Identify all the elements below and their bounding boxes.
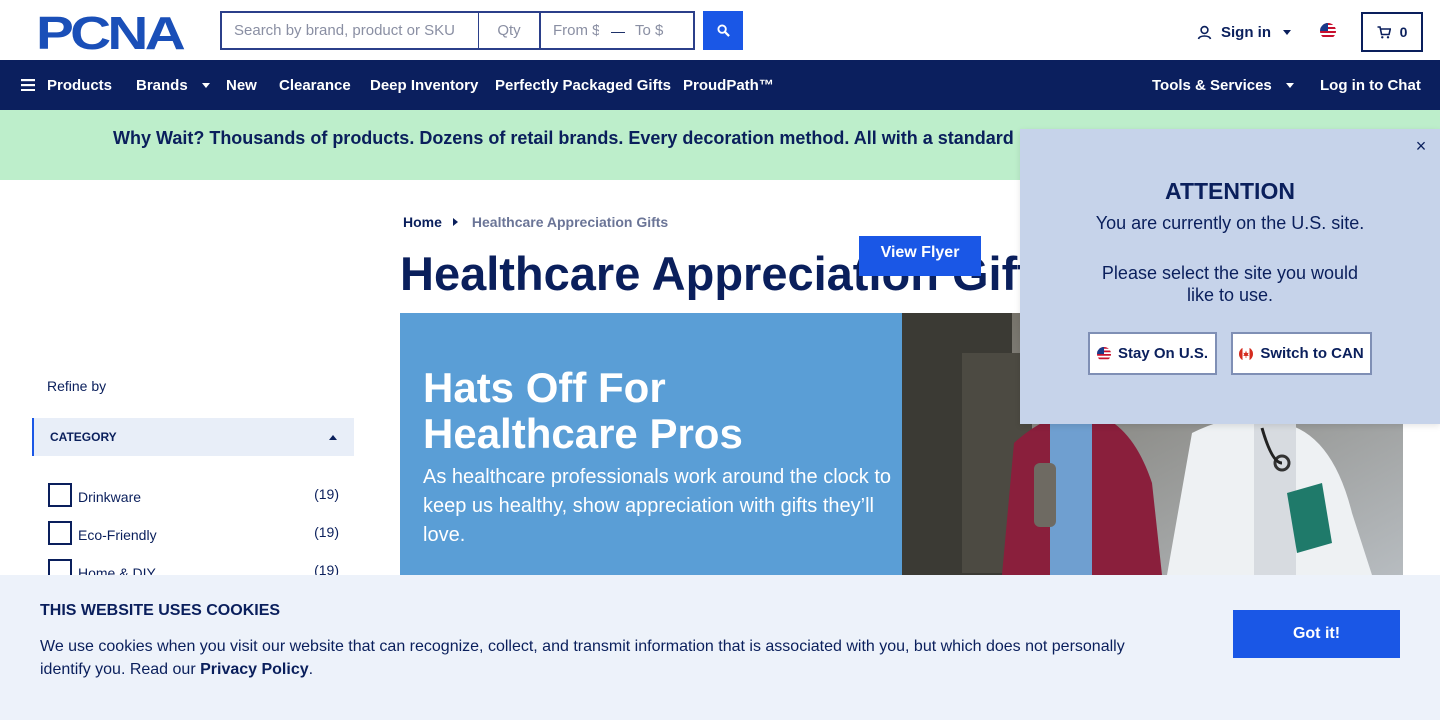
search-icon xyxy=(716,24,730,37)
refine-by-label: Refine by xyxy=(47,378,107,394)
sign-in-label: Sign in xyxy=(1221,23,1271,41)
main-nav: Products Brands New Clearance Deep Inven… xyxy=(0,60,1440,110)
site-header: PCNA — Sign in xyxy=(0,0,1440,60)
search-input[interactable] xyxy=(222,13,479,48)
nav-products[interactable]: Products xyxy=(21,60,112,110)
cookie-title: THIS WEBSITE USES COOKIES xyxy=(40,602,281,619)
privacy-policy-link[interactable]: Privacy Policy xyxy=(200,661,309,678)
nav-tools-services[interactable]: Tools & Services xyxy=(1152,60,1294,110)
switch-to-can-button[interactable]: Switch to CAN xyxy=(1231,332,1372,375)
nav-new-label: New xyxy=(226,76,257,94)
nav-tools-label: Tools & Services xyxy=(1152,76,1272,94)
cookie-text: We use cookies when you visit our websit… xyxy=(40,635,1150,681)
cart-count: 0 xyxy=(1399,24,1408,40)
page: PCNA — Sign in xyxy=(0,0,1440,720)
cart-button[interactable]: 0 xyxy=(1361,12,1423,52)
filter-item[interactable]: Eco-Friendly (19) xyxy=(48,521,343,545)
nav-proudpath-label: ProudPath™ xyxy=(683,76,774,94)
search-bar: — xyxy=(220,11,695,50)
switch-to-can-label: Switch to CAN xyxy=(1260,345,1364,362)
nav-products-label: Products xyxy=(47,76,113,94)
user-icon xyxy=(1197,25,1212,39)
breadcrumb-home[interactable]: Home xyxy=(403,214,442,230)
chevron-up-icon xyxy=(329,435,337,440)
breadcrumb-current: Healthcare Appreciation Gifts xyxy=(471,214,669,230)
hero-subtext: As healthcare professionals work around … xyxy=(423,466,892,546)
qty-input[interactable] xyxy=(479,13,541,48)
cookie-banner: THIS WEBSITE USES COOKIES We use cookies… xyxy=(0,575,1440,720)
category-filter-header[interactable]: CATEGORY xyxy=(32,418,354,456)
chevron-down-icon xyxy=(1283,29,1291,35)
stay-on-us-label: Stay On U.S. xyxy=(1117,345,1209,362)
chevron-down-icon xyxy=(201,82,210,88)
filter-count: (19) xyxy=(314,486,339,502)
cart-icon xyxy=(1377,25,1391,38)
nav-brands-label: Brands xyxy=(136,76,188,94)
nav-clearance[interactable]: Clearance xyxy=(279,60,351,110)
nav-proudpath[interactable]: ProudPath™ xyxy=(683,60,774,110)
modal-title: ATTENTION xyxy=(1165,178,1295,204)
region-select-modal: × ATTENTION You are currently on the U.S… xyxy=(1020,129,1440,424)
nav-brands[interactable]: Brands xyxy=(136,60,210,110)
filter-checkbox[interactable] xyxy=(48,521,72,545)
category-heading: CATEGORY xyxy=(50,430,117,444)
hamburger-icon xyxy=(21,79,35,91)
filter-count: (19) xyxy=(314,524,339,540)
price-range-separator: — xyxy=(611,22,625,39)
pcna-logo[interactable]: PCNA xyxy=(36,11,186,53)
nav-gifts[interactable]: Perfectly Packaged Gifts xyxy=(495,60,671,110)
view-flyer-button[interactable]: View Flyer xyxy=(859,236,981,276)
nav-deep-inventory-label: Deep Inventory xyxy=(370,76,479,94)
hero-headline: Hats Off For Healthcare Pros xyxy=(423,364,743,457)
filter-checkbox[interactable] xyxy=(48,483,72,507)
close-icon[interactable]: × xyxy=(1413,137,1429,155)
nav-clearance-label: Clearance xyxy=(279,76,351,94)
logo-text: PCNA xyxy=(36,11,184,53)
modal-instruction-text: Please select the site you would like to… xyxy=(1101,263,1359,305)
filter-label: Drinkware xyxy=(78,489,142,505)
cookie-period: . xyxy=(308,661,314,678)
nav-chat-login[interactable]: Log in to Chat xyxy=(1320,60,1421,110)
us-flag-icon xyxy=(1096,346,1111,361)
modal-current-site-text: You are currently on the U.S. site. xyxy=(1095,213,1365,233)
price-from-input[interactable] xyxy=(541,13,611,48)
sign-in-menu[interactable]: Sign in xyxy=(1196,22,1291,42)
us-flag-icon[interactable] xyxy=(1320,23,1336,39)
accept-cookies-button[interactable]: Got it! xyxy=(1233,610,1400,658)
promo-banner-text: Why Wait? Thousands of products. Dozens … xyxy=(113,128,1014,148)
filter-item[interactable]: Drinkware (19) xyxy=(48,483,343,507)
chevron-down-icon xyxy=(1285,82,1294,88)
nav-new[interactable]: New xyxy=(226,60,257,110)
chevron-right-icon xyxy=(452,218,458,226)
price-to-input[interactable] xyxy=(625,13,693,48)
nav-deep-inventory[interactable]: Deep Inventory xyxy=(370,60,478,110)
breadcrumb: Home Healthcare Appreciation Gifts xyxy=(403,214,668,230)
stay-on-us-button[interactable]: Stay On U.S. xyxy=(1088,332,1217,375)
nav-chat-label: Log in to Chat xyxy=(1320,76,1421,94)
nav-gifts-label: Perfectly Packaged Gifts xyxy=(495,76,671,94)
search-button[interactable] xyxy=(703,11,743,50)
filter-label: Eco-Friendly xyxy=(78,527,157,543)
canada-flag-icon xyxy=(1239,346,1254,361)
